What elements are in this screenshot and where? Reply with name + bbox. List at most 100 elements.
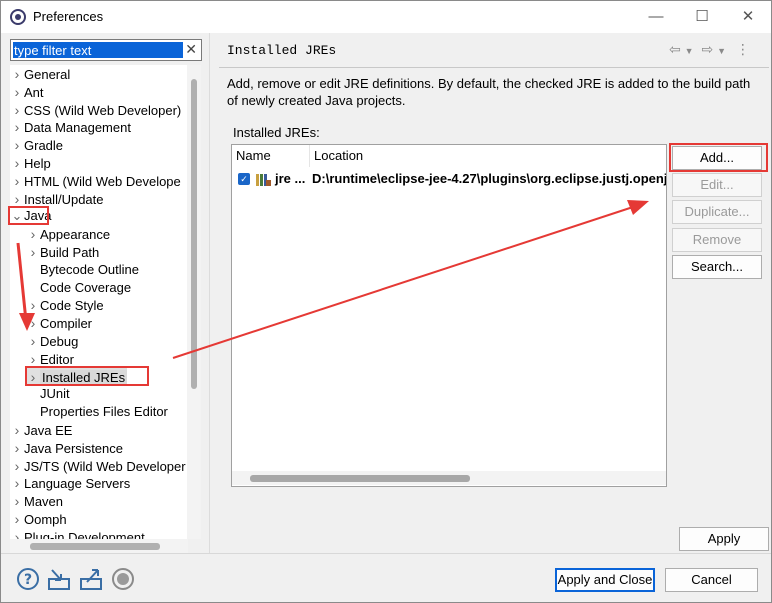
back-arrow-icon[interactable]: ⇦ [669, 41, 681, 57]
filter-input[interactable] [13, 42, 183, 58]
tree-item-java-ee[interactable]: › Java EE [10, 421, 73, 439]
apply-button[interactable]: Apply [679, 527, 769, 551]
tree-horizontal-scroll-thumb[interactable] [30, 543, 160, 550]
help-icon[interactable]: ? [16, 567, 40, 591]
tree-item-label: Plug-in Development [24, 529, 145, 539]
chevron-right-icon[interactable]: › [10, 457, 24, 475]
tree-item-properties-files-editor[interactable]: Properties Files Editor [26, 403, 168, 421]
menu-icon[interactable]: ⋮ [736, 41, 750, 57]
chevron-right-icon[interactable]: › [10, 510, 24, 528]
tree-item-js-ts-wild-web-developer[interactable]: › JS/TS (Wild Web Developer [10, 457, 186, 475]
chevron-right-icon[interactable]: › [10, 65, 24, 83]
close-icon[interactable]: ✕ [725, 1, 771, 33]
chevron-right-icon[interactable]: › [10, 154, 24, 172]
chevron-right-icon[interactable]: › [10, 83, 24, 101]
chevron-right-icon[interactable]: › [10, 492, 24, 510]
tree-item-label: Maven [24, 494, 64, 510]
title-bar: Preferences — ☐ ✕ [1, 1, 771, 33]
tree-item-label: Ant [24, 84, 44, 100]
chevron-right-icon[interactable]: › [10, 528, 24, 539]
chevron-right-icon[interactable]: › [10, 474, 24, 492]
page-navigation: ⇦ ▼ ⇨ ▼ ⋮ [669, 41, 750, 58]
tree-item-css-wild-web-developer[interactable]: › CSS (Wild Web Developer) [10, 101, 182, 119]
tree-item-build-path[interactable]: › Build Path [26, 243, 100, 261]
column-header-location[interactable]: Location [310, 145, 666, 167]
tree-item-label: Gradle [24, 138, 64, 154]
column-header-name[interactable]: Name [232, 145, 310, 167]
title-separator [219, 67, 769, 68]
chevron-right-icon[interactable]: › [10, 101, 24, 119]
table-row[interactable]: ✓ jre ... D:\runtime\eclipse-jee-4.27\pl… [232, 169, 666, 189]
chevron-right-icon[interactable]: › [10, 172, 24, 190]
tree-item-label: Compiler [40, 316, 93, 332]
tree-item-general[interactable]: › General [10, 65, 71, 83]
chevron-right-icon[interactable]: › [10, 190, 24, 208]
chevron-right-icon[interactable]: › [10, 421, 24, 439]
chevron-right-icon[interactable]: › [26, 296, 40, 314]
tree-item-gradle[interactable]: › Gradle [10, 136, 63, 154]
chevron-right-icon[interactable]: › [26, 225, 40, 243]
chevron-right-icon[interactable]: › [10, 439, 24, 457]
back-menu-icon[interactable]: ▼ [685, 46, 694, 56]
chevron-right-icon[interactable]: › [10, 136, 24, 154]
preferences-window: Preferences — ☐ ✕ ✕ ›General›Ant›CSS (Wi… [0, 0, 772, 603]
tree-item-label: Java Persistence [24, 440, 123, 456]
edit-button[interactable]: Edit... [672, 173, 762, 197]
remove-button[interactable]: Remove [672, 228, 762, 252]
chevron-right-icon[interactable]: › [26, 314, 40, 332]
maximize-icon[interactable]: ☐ [679, 1, 725, 33]
chevron-right-icon[interactable]: › [26, 243, 40, 261]
tree-item-label: Code Coverage [40, 279, 132, 295]
tree-item-install-update[interactable]: › Install/Update [10, 190, 104, 208]
jre-location: D:\runtime\eclipse-jee-4.27\plugins\org.… [312, 171, 667, 186]
tree-item-compiler[interactable]: › Compiler [26, 314, 92, 332]
tree-item-ant[interactable]: › Ant [10, 83, 44, 101]
tree-item-language-servers[interactable]: › Language Servers [10, 474, 131, 492]
jre-name: jre ... [275, 171, 306, 186]
panel-divider[interactable] [209, 33, 210, 553]
tree-horizontal-scrollbar[interactable] [10, 539, 188, 553]
jre-library-icon [256, 174, 271, 186]
duplicate-button[interactable]: Duplicate... [672, 200, 762, 224]
apply-and-close-button[interactable]: Apply and Close [555, 568, 655, 592]
chevron-right-icon[interactable]: › [10, 118, 24, 136]
tree-item-label: Java EE [24, 423, 73, 438]
tree-item-label: JUnit [40, 386, 70, 402]
export-icon[interactable] [79, 567, 103, 591]
chevron-right-icon[interactable]: › [26, 332, 40, 350]
table-horizontal-scroll-thumb[interactable] [250, 475, 470, 482]
tree-item-data-management[interactable]: › Data Management [10, 118, 131, 136]
minimize-icon[interactable]: — [633, 1, 679, 33]
import-icon[interactable] [47, 567, 71, 591]
table-horizontal-scrollbar[interactable] [232, 471, 666, 485]
footer-separator [1, 553, 771, 554]
tree-item-help[interactable]: › Help [10, 154, 51, 172]
tree-item-plug-in-development[interactable]: › Plug-in Development [10, 528, 145, 539]
search-button[interactable]: Search... [672, 255, 762, 279]
tree-item-junit[interactable]: JUnit [26, 385, 70, 403]
tree-item-appearance[interactable]: › Appearance [26, 225, 110, 243]
tree-vertical-scroll-thumb[interactable] [191, 79, 197, 389]
tree-item-oomph[interactable]: › Oomph [10, 510, 67, 528]
annotation-box-add [669, 143, 768, 172]
jre-checkbox[interactable]: ✓ [238, 173, 250, 185]
tree-item-java-persistence[interactable]: › Java Persistence [10, 439, 123, 457]
svg-text:?: ? [24, 572, 32, 588]
tree-item-code-coverage[interactable]: Code Coverage [26, 279, 131, 297]
tree-item-label: Editor [40, 351, 74, 367]
tree-item-bytecode-outline[interactable]: Bytecode Outline [26, 261, 139, 279]
clear-filter-icon[interactable]: ✕ [185, 41, 197, 58]
tree-vertical-scrollbar[interactable] [187, 65, 201, 539]
tree-item-code-style[interactable]: › Code Style [26, 296, 104, 314]
tree-item-maven[interactable]: › Maven [10, 492, 63, 510]
tree-item-label: Install/Update [24, 191, 104, 207]
forward-arrow-icon[interactable]: ⇨ [701, 41, 713, 57]
tree-item-label: Oomph [24, 512, 67, 527]
record-icon[interactable] [111, 567, 135, 591]
tree-item-debug[interactable]: › Debug [26, 332, 79, 350]
tree-item-label: Help [24, 156, 51, 171]
tree-item-label: Data Management [24, 120, 131, 136]
tree-item-html-wild-web-develope[interactable]: › HTML (Wild Web Develope [10, 172, 181, 190]
forward-menu-icon[interactable]: ▼ [717, 46, 726, 56]
cancel-button[interactable]: Cancel [665, 568, 758, 592]
